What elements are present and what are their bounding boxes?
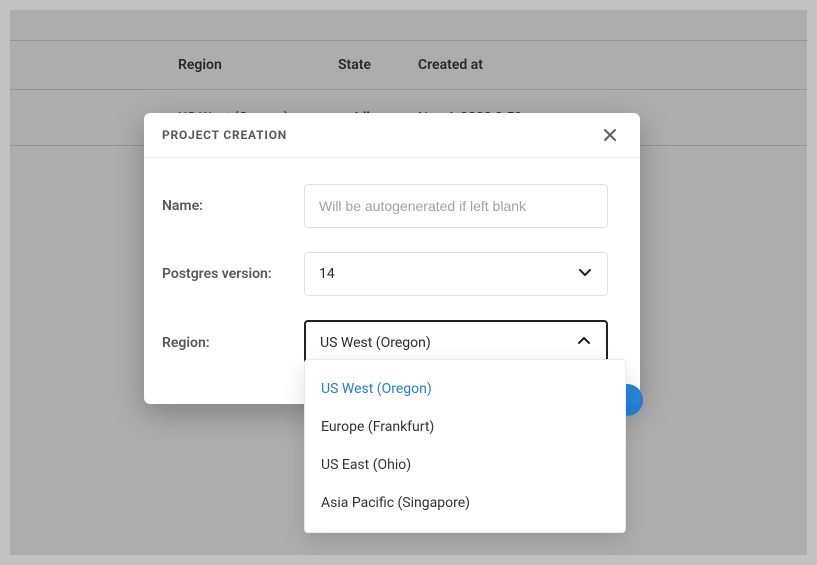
col-header-created: Created at (418, 57, 618, 73)
col-header-region: Region (10, 57, 338, 73)
region-option-us-west-oregon[interactable]: US West (Oregon) (305, 370, 625, 408)
region-option-us-east-ohio[interactable]: US East (Ohio) (305, 446, 625, 484)
modal-header: PROJECT CREATION (144, 113, 640, 158)
name-input[interactable] (304, 184, 608, 228)
region-label: Region: (162, 335, 304, 351)
table-header-row: Region State Created at (10, 40, 807, 90)
region-option-asia-pacific-singapore[interactable]: Asia Pacific (Singapore) (305, 484, 625, 522)
region-option-europe-frankfurt[interactable]: Europe (Frankfurt) (305, 408, 625, 446)
chevron-up-icon (576, 333, 592, 353)
region-value: US West (Oregon) (320, 335, 431, 351)
chevron-down-icon (577, 264, 593, 284)
postgres-version-select[interactable]: 14 (304, 252, 608, 296)
postgres-version-value: 14 (319, 266, 335, 282)
close-button[interactable] (598, 123, 622, 147)
postgres-version-label: Postgres version: (162, 266, 304, 282)
form-row-name: Name: (162, 184, 608, 228)
modal-title: PROJECT CREATION (162, 128, 287, 142)
region-options-list: US West (Oregon) Europe (Frankfurt) US E… (304, 359, 626, 533)
form-row-postgres-version: Postgres version: 14 (162, 252, 608, 296)
close-icon (602, 131, 618, 146)
col-header-state: State (338, 57, 418, 73)
name-label: Name: (162, 198, 304, 214)
